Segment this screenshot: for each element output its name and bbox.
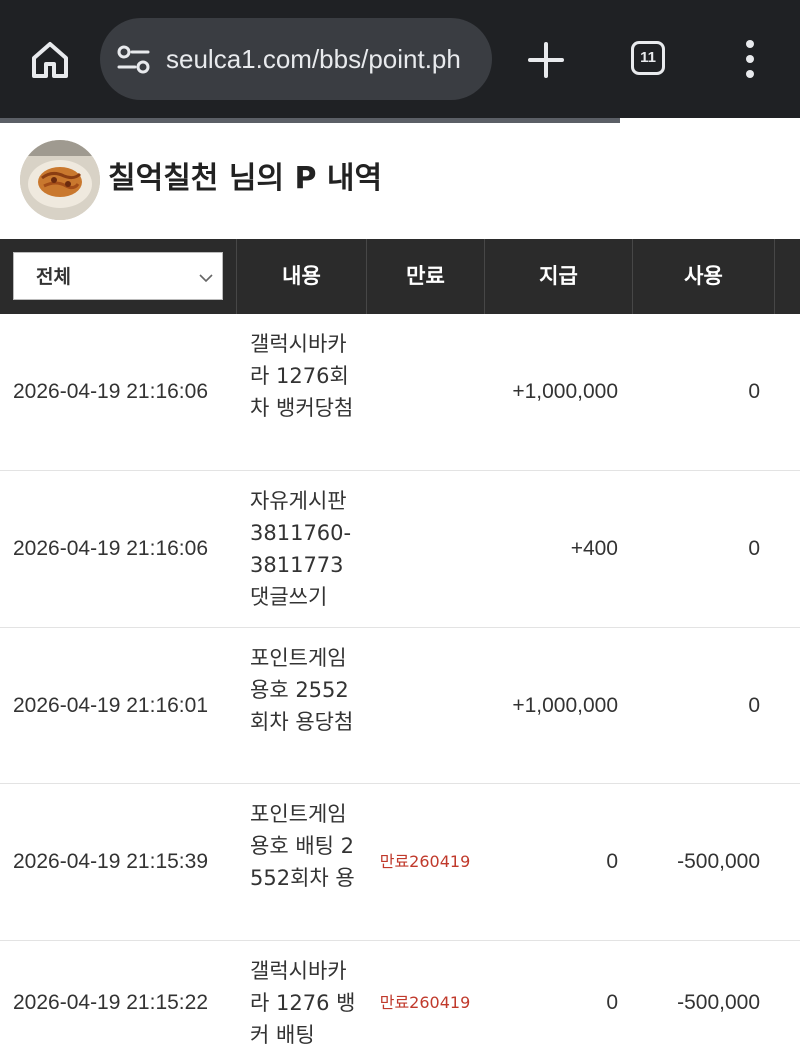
new-tab-icon[interactable] (522, 36, 570, 84)
row-expire: 만료260419 (379, 852, 471, 871)
filter-select[interactable]: 전체 (13, 252, 223, 300)
table-row: 2026-04-19 21:16:01 포인트게임 용호 2552회차 용당첨 … (0, 628, 800, 784)
browser-toolbar: seulca1.com/bbs/point.ph 11 (0, 0, 800, 118)
row-pay: +1,000,000 (512, 380, 618, 403)
avatar (20, 140, 100, 220)
row-use: 0 (748, 537, 760, 560)
row-content: 포인트게임 용호 배팅 2552회차 용 (250, 802, 355, 890)
home-icon[interactable] (26, 36, 74, 84)
row-date: 2026-04-19 21:16:01 (13, 694, 208, 717)
row-pay: 0 (606, 991, 618, 1014)
row-content: 자유게시판 3811760-3811773 댓글쓰기 (250, 489, 352, 609)
column-header-expire: 만료 (406, 264, 445, 288)
column-header-content: 내용 (282, 264, 321, 288)
tab-switcher-button[interactable]: 11 (631, 41, 665, 75)
row-expire: 만료260419 (379, 993, 471, 1012)
url-text[interactable]: seulca1.com/bbs/point.ph (166, 41, 482, 77)
site-settings-icon[interactable] (116, 42, 152, 78)
row-content: 갤럭시바카라 1276 뱅커 배팅 (250, 959, 356, 1047)
table-row: 2026-04-19 21:15:39 포인트게임 용호 배팅 2552회차 용… (0, 784, 800, 941)
table-row: 2026-04-19 21:16:06 갤럭시바카라 1276회차 뱅커당첨 +… (0, 314, 800, 471)
row-date: 2026-04-19 21:15:39 (13, 850, 208, 873)
column-header-use: 사용 (684, 264, 723, 288)
page-title: 칠억칠천 님의 P 내역 (108, 161, 383, 196)
page-header: 칠억칠천 님의 P 내역 (0, 123, 800, 238)
address-bar[interactable]: seulca1.com/bbs/point.ph (100, 18, 492, 100)
table-row: 2026-04-19 21:15:22 갤럭시바카라 1276 뱅커 배팅 만료… (0, 941, 800, 1064)
table-header: 전체 내용 만료 지급 사용 (0, 239, 800, 314)
column-header-pay: 지급 (539, 264, 578, 288)
row-content: 포인트게임 용호 2552회차 용당첨 (250, 646, 354, 734)
table-row: 2026-04-19 21:16:06 자유게시판 3811760-381177… (0, 471, 800, 628)
row-date: 2026-04-19 21:16:06 (13, 537, 208, 560)
overflow-menu-icon[interactable] (730, 38, 770, 82)
filter-selected-value: 전체 (36, 266, 71, 288)
row-pay: +1,000,000 (512, 694, 618, 717)
row-use: 0 (748, 380, 760, 403)
column-divider (774, 239, 775, 314)
row-use: 0 (748, 694, 760, 717)
row-date: 2026-04-19 21:15:22 (13, 991, 208, 1014)
chevron-down-icon (198, 269, 214, 283)
row-date: 2026-04-19 21:16:06 (13, 380, 208, 403)
row-use: -500,000 (677, 991, 760, 1014)
row-use: -500,000 (677, 850, 760, 873)
row-pay: +400 (570, 537, 618, 560)
row-content: 갤럭시바카라 1276회차 뱅커당첨 (250, 332, 354, 420)
row-pay: 0 (606, 850, 618, 873)
